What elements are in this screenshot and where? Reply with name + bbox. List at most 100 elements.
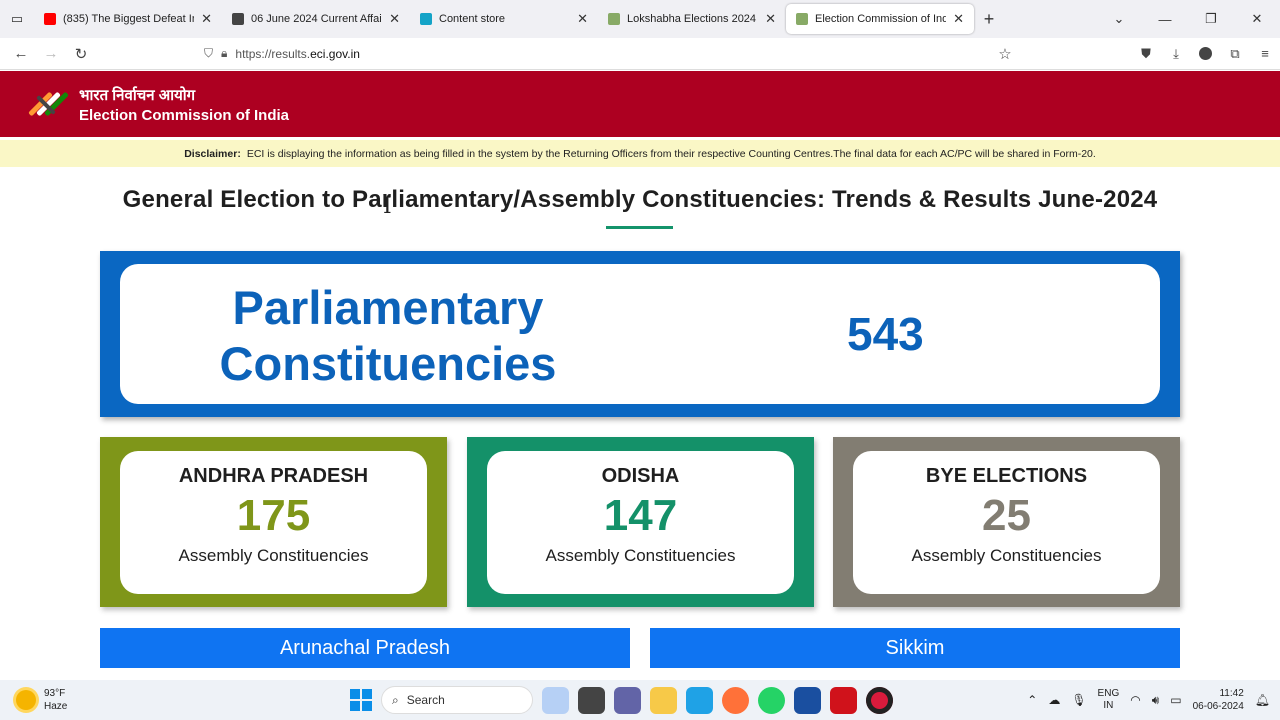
cloud-icon[interactable]: ☁ bbox=[1048, 693, 1060, 707]
brand-hindi: भारत निर्वाचन आयोग bbox=[79, 86, 196, 104]
task-view-icon[interactable] bbox=[542, 686, 569, 714]
reload-icon[interactable]: ↻ bbox=[66, 45, 96, 63]
acrobat-icon[interactable] bbox=[830, 686, 857, 714]
system-tray: ⌃ ☁ 🎙︎ ENG IN ◠ 🔊︎ ▭ 11:42 06-06-2024 🔔︎ bbox=[1027, 680, 1270, 720]
terminal-icon[interactable] bbox=[578, 686, 605, 714]
sikkim-button[interactable]: Sikkim bbox=[650, 628, 1180, 668]
chevron-up-icon[interactable]: ⌃ bbox=[1027, 693, 1037, 707]
brand-english: Election Commission of India bbox=[79, 106, 290, 124]
weather-condition: Haze bbox=[44, 701, 68, 712]
forward-icon[interactable]: → bbox=[36, 45, 66, 62]
profile-avatar[interactable]: R bbox=[1199, 47, 1212, 60]
browser-tab[interactable]: 06 June 2024 Current Affairs ✕ bbox=[222, 4, 410, 34]
card-inner: ANDHRA PRADESH 175 Assembly Constituenci… bbox=[120, 451, 427, 594]
sun-icon bbox=[16, 690, 36, 710]
close-tab-icon[interactable]: ✕ bbox=[389, 11, 400, 27]
site-favicon-icon bbox=[232, 13, 244, 25]
bye-elections-card[interactable]: BYE ELECTIONS 25 Assembly Constituencies bbox=[833, 437, 1180, 607]
eci-logo-icon[interactable] bbox=[28, 83, 72, 125]
file-explorer-icon[interactable] bbox=[650, 686, 677, 714]
close-tab-icon[interactable]: ✕ bbox=[201, 11, 212, 27]
bookmark-star-icon[interactable]: ☆ bbox=[990, 45, 1020, 63]
microphone-icon[interactable]: 🎙︎ bbox=[1071, 693, 1086, 707]
state-name: BYE ELECTIONS bbox=[925, 465, 1088, 487]
edge-icon[interactable] bbox=[686, 686, 713, 714]
restore-icon[interactable]: ❐ bbox=[1188, 11, 1234, 27]
andhra-pradesh-card[interactable]: ANDHRA PRADESH 175 Assembly Constituenci… bbox=[100, 437, 447, 607]
new-tab-icon[interactable]: + bbox=[974, 9, 1004, 30]
menu-icon[interactable]: ≡ bbox=[1250, 46, 1280, 61]
tab-title: Lokshabha Elections 2024 - Elec bbox=[627, 13, 758, 25]
battery-icon[interactable]: ▭ bbox=[1170, 693, 1181, 707]
extensions-icon[interactable]: ⧉ bbox=[1220, 46, 1250, 62]
close-tab-icon[interactable]: ✕ bbox=[577, 11, 588, 27]
state-subtitle: Assembly Constituencies bbox=[545, 546, 736, 565]
wifi-icon[interactable]: ◠ bbox=[1130, 693, 1140, 707]
title-underline bbox=[606, 226, 673, 229]
browser-tab-active[interactable]: Election Commission of India ✕ bbox=[786, 4, 974, 34]
disclaimer-label: Disclaimer: bbox=[184, 147, 241, 160]
clock[interactable]: 11:42 06-06-2024 bbox=[1193, 687, 1244, 713]
store-icon[interactable] bbox=[794, 686, 821, 714]
windows-start-icon[interactable] bbox=[350, 689, 372, 711]
page-title: General Election to Parliamentary/Assemb… bbox=[122, 186, 1158, 213]
parliamentary-label: Parliamentary Constituencies bbox=[208, 280, 568, 392]
parliamentary-label-line2: Constituencies bbox=[219, 337, 557, 390]
taskbar-apps: ⌕ Search bbox=[350, 680, 893, 720]
notification-bell-icon[interactable]: 🔔︎ bbox=[1255, 693, 1270, 707]
toolbar-icons: ⛊ ⤓ R ⧉ ≡ bbox=[1131, 46, 1280, 62]
whatsapp-icon[interactable] bbox=[758, 686, 785, 714]
parliamentary-card-inner: Parliamentary Constituencies 543 bbox=[120, 264, 1160, 404]
volume-icon[interactable]: 🔊︎ bbox=[1152, 693, 1160, 708]
shield-icon[interactable]: ⛉ bbox=[204, 46, 213, 61]
browser-tab[interactable]: (835) The Biggest Defeat In His ✕ bbox=[34, 4, 222, 34]
arunachal-pradesh-button[interactable]: Arunachal Pradesh bbox=[100, 628, 630, 668]
close-tab-icon[interactable]: ✕ bbox=[953, 11, 964, 27]
url-text: https://results.eci.gov.in bbox=[235, 47, 360, 61]
browser-tab-bar: ▭ (835) The Biggest Defeat In His ✕ 06 J… bbox=[0, 0, 1280, 38]
taskbar-search[interactable]: ⌕ Search bbox=[381, 686, 533, 714]
window-controls: ⌄ — ❐ ✕ bbox=[1096, 11, 1280, 27]
tab-title: (835) The Biggest Defeat In His bbox=[63, 13, 194, 25]
download-icon[interactable]: ⤓ bbox=[1161, 46, 1191, 62]
disclaimer-banner: Disclaimer: ECI is displaying the inform… bbox=[0, 140, 1280, 167]
browser-tab[interactable]: Lokshabha Elections 2024 - Elec ✕ bbox=[598, 4, 786, 34]
back-icon[interactable]: ← bbox=[6, 45, 36, 62]
close-tab-icon[interactable]: ✕ bbox=[765, 11, 776, 27]
search-placeholder: Search bbox=[406, 693, 445, 707]
firefox-icon[interactable] bbox=[722, 686, 749, 714]
close-window-icon[interactable]: ✕ bbox=[1234, 11, 1280, 27]
youtube-favicon-icon bbox=[44, 13, 56, 25]
language-indicator[interactable]: ENG IN bbox=[1098, 688, 1120, 712]
weather-text: 93°F Haze bbox=[44, 687, 67, 713]
card-inner: BYE ELECTIONS 25 Assembly Constituencies bbox=[853, 451, 1160, 594]
parliamentary-label-line1: Parliamentary bbox=[232, 281, 544, 334]
region-code: IN bbox=[1103, 700, 1114, 711]
pocket-icon[interactable]: ⛊ bbox=[1131, 46, 1161, 62]
parliamentary-card[interactable]: Parliamentary Constituencies 543 bbox=[100, 251, 1180, 417]
lock-icon[interactable]: 🔒︎ bbox=[221, 46, 227, 61]
brand-block[interactable]: भारत निर्वाचन आयोग Election Commission o… bbox=[79, 85, 289, 124]
odisha-card[interactable]: ODISHA 147 Assembly Constituencies bbox=[467, 437, 814, 607]
teams-icon[interactable] bbox=[614, 686, 641, 714]
site-header: भारत निर्वाचन आयोग Election Commission o… bbox=[0, 71, 1280, 137]
disclaimer-text: ECI is displaying the information as bei… bbox=[246, 147, 1096, 160]
url-bar[interactable]: ⛉ 🔒︎ https://results.eci.gov.in bbox=[204, 46, 360, 61]
tab-list-icon[interactable]: ▭ bbox=[0, 0, 34, 38]
list-all-tabs-icon[interactable]: ⌄ bbox=[1096, 11, 1142, 27]
state-count: 147 bbox=[603, 491, 678, 540]
state-count: 175 bbox=[236, 491, 311, 540]
parliamentary-count: 543 bbox=[847, 308, 924, 360]
recorder-icon[interactable] bbox=[866, 686, 893, 714]
windows-taskbar: 93°F Haze ⌕ Search ⌃ ☁ 🎙︎ ENG IN ◠ 🔊︎ ▭ … bbox=[0, 680, 1280, 720]
tab-title: Election Commission of India bbox=[815, 13, 947, 25]
state-count: 25 bbox=[982, 491, 1031, 540]
browser-tab[interactable]: Content store ✕ bbox=[410, 4, 598, 34]
minimize-icon[interactable]: — bbox=[1142, 12, 1188, 27]
weather-widget[interactable]: 93°F Haze bbox=[0, 687, 170, 713]
search-icon: ⌕ bbox=[392, 692, 399, 707]
time: 11:42 bbox=[1219, 688, 1244, 699]
date: 06-06-2024 bbox=[1192, 701, 1244, 712]
eci-favicon-icon bbox=[608, 13, 620, 25]
text-cursor-icon: I bbox=[383, 194, 392, 219]
